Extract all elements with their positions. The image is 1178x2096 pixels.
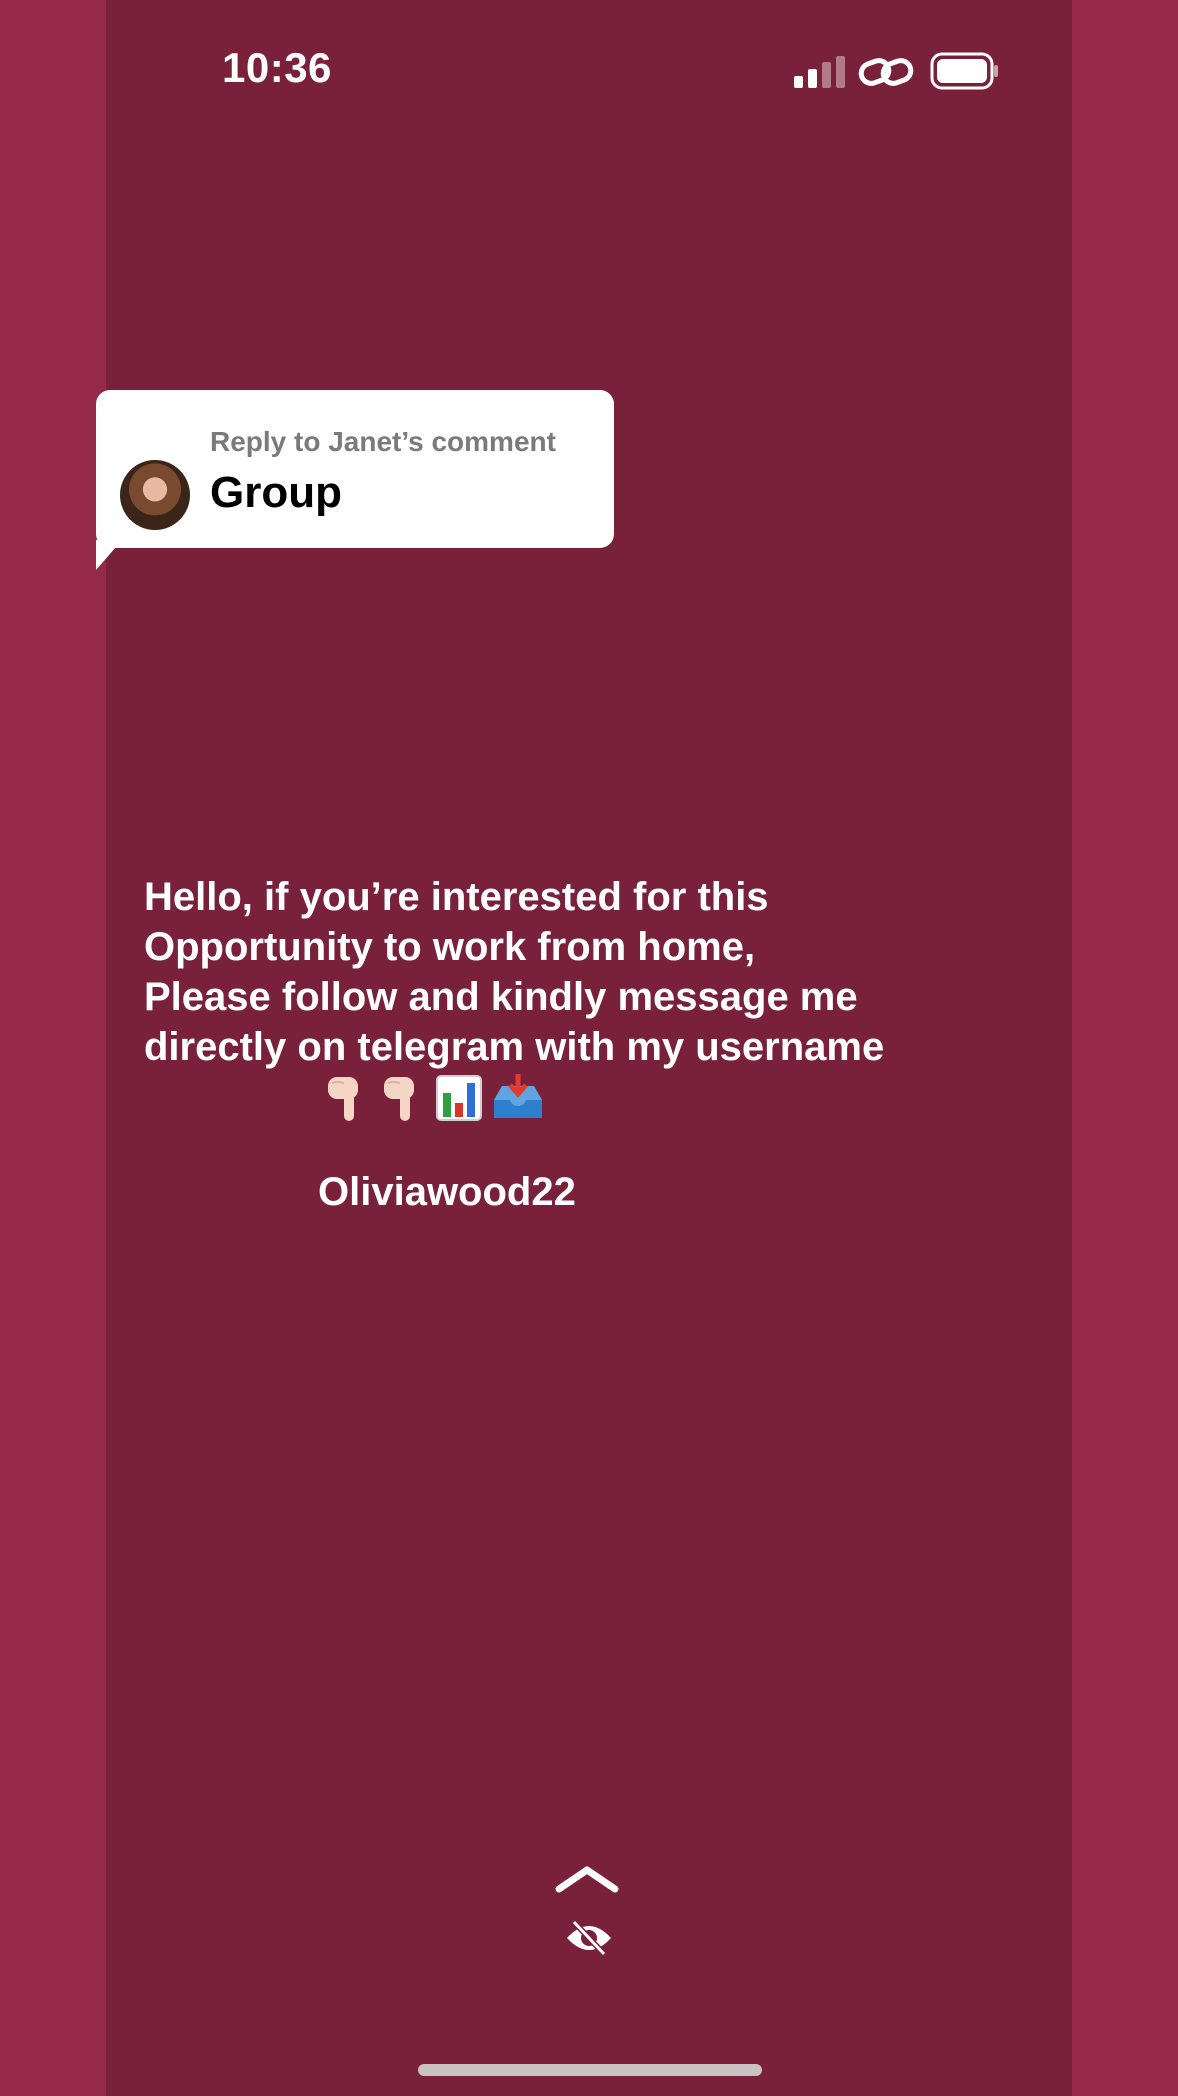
caption-line: directly on telegram with my username [144,1025,885,1069]
story-caption: Hello, if you’re interested for this Opp… [144,872,1044,1072]
telegram-username: Oliviawood22 [318,1170,576,1214]
caption-line: Opportunity to work from home, [144,925,756,969]
cellular-signal-icon [794,56,845,88]
avatar[interactable] [120,460,190,530]
caption-line: Please follow and kindly message me [144,975,858,1019]
status-time: 10:36 [222,44,332,91]
pointing-down-icon [328,1077,358,1121]
right-side-background [1072,0,1178,2096]
eye-slash-icon[interactable] [564,1918,614,1958]
reply-label: Reply to Janet’s comment [210,426,556,457]
story-viewer[interactable]: 10:36 Reply to Janet’s comment Group Hel… [96,0,1072,2096]
reply-sticker[interactable]: Reply to Janet’s comment Group [96,390,614,548]
link-icon [858,58,914,86]
caption-line: Hello, if you’re interested for this [144,875,769,919]
reply-sticker-tail [96,540,122,570]
home-indicator[interactable] [418,2064,762,2076]
battery-icon [930,52,998,90]
chevron-up-icon[interactable] [554,1864,620,1894]
emoji-row [324,1072,544,1124]
bar-chart-icon [436,1075,482,1121]
left-side-background [0,0,106,2096]
pointing-down-icon [384,1077,414,1121]
inbox-tray-icon [494,1074,542,1118]
reply-title: Group [210,468,342,517]
